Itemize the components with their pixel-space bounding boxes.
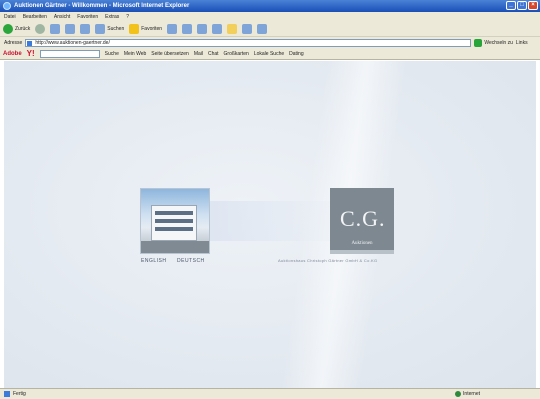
- title-bar: Auktionen Gärtner - Willkommen - Microso…: [0, 0, 540, 12]
- menu-bar: Datei Bearbeiten Ansicht Favoriten Extra…: [0, 12, 540, 21]
- link-deutsch[interactable]: DEUTSCH: [177, 258, 205, 264]
- menu-file[interactable]: Datei: [4, 14, 16, 20]
- star-icon: [129, 23, 140, 34]
- building-window-row: [155, 219, 193, 223]
- link-mail[interactable]: Mail: [194, 51, 203, 57]
- folder-icon[interactable]: [227, 23, 238, 34]
- standard-toolbar: Zurück Suchen Favoriten: [0, 21, 540, 37]
- maximize-button[interactable]: □: [517, 1, 527, 10]
- menu-help[interactable]: ?: [126, 14, 129, 20]
- go-arrow-icon: [474, 38, 483, 47]
- link-chat[interactable]: Chat: [208, 51, 219, 57]
- building-photo[interactable]: [140, 188, 210, 254]
- link-local-search[interactable]: Lokale Suche: [254, 51, 284, 57]
- globe-icon: [455, 391, 462, 397]
- ground-shape: [141, 241, 209, 253]
- cg-logo[interactable]: C.G. Auktionen: [330, 188, 394, 250]
- window-controls: _ □ ×: [506, 1, 538, 10]
- links-label[interactable]: Links: [516, 40, 528, 46]
- address-bar: Adresse http://www.auktionen-gaertner.de…: [0, 37, 540, 48]
- messenger-icon[interactable]: [242, 23, 253, 34]
- address-url: http://www.auktionen-gaertner.de/: [35, 39, 110, 46]
- tools-icon[interactable]: [257, 23, 268, 34]
- search-icon: [95, 23, 106, 34]
- favorites-button[interactable]: Favoriten: [129, 23, 163, 34]
- edit-icon[interactable]: [212, 23, 223, 34]
- mail-icon[interactable]: [182, 23, 193, 34]
- close-button[interactable]: ×: [528, 1, 538, 10]
- building-window-row: [155, 227, 193, 231]
- go-button[interactable]: Wechseln zu: [474, 38, 513, 47]
- toolbar-search-button[interactable]: Suche: [105, 51, 119, 57]
- search-label: Suchen: [107, 25, 125, 32]
- menu-edit[interactable]: Bearbeiten: [23, 14, 47, 20]
- go-label: Wechseln zu: [484, 39, 513, 46]
- search-button[interactable]: Suchen: [95, 23, 125, 34]
- link-english[interactable]: ENGLISH: [141, 258, 166, 264]
- address-input[interactable]: http://www.auktionen-gaertner.de/: [25, 38, 472, 47]
- background-band: [204, 201, 334, 241]
- window-title: Auktionen Gärtner - Willkommen - Microso…: [14, 3, 190, 9]
- page-done-icon: [4, 391, 10, 397]
- toolbar-search-input[interactable]: [39, 49, 100, 58]
- history-icon[interactable]: [167, 23, 178, 34]
- security-zone: Internet: [455, 391, 480, 397]
- back-label: Zurück: [15, 25, 31, 32]
- stop-icon[interactable]: [50, 23, 61, 34]
- link-my-web[interactable]: Mein Web: [124, 51, 146, 57]
- page-icon: [27, 40, 33, 46]
- links-toolbar: Adobe Y! Suche Mein Web Seite übersetzen…: [0, 48, 540, 60]
- menu-tools[interactable]: Extras: [105, 14, 119, 20]
- home-icon[interactable]: [80, 23, 91, 34]
- menu-view[interactable]: Ansicht: [54, 14, 70, 20]
- back-arrow-icon: [3, 23, 13, 34]
- status-bar: Fertig Internet: [0, 388, 540, 399]
- zone-label: Internet: [463, 391, 480, 397]
- link-maps[interactable]: Großkarten: [224, 51, 249, 57]
- page-content: ENGLISH DEUTSCH C.G. Auktionen Auktionsh…: [4, 61, 536, 388]
- link-translate[interactable]: Seite übersetzen: [151, 51, 189, 57]
- ie-icon: [3, 2, 11, 10]
- forward-button[interactable]: [35, 23, 46, 34]
- logo-subtitle: Auktionen: [351, 241, 373, 246]
- logo-initials: C.G.: [340, 206, 386, 231]
- refresh-icon[interactable]: [65, 23, 76, 34]
- yahoo-logo[interactable]: Y!: [27, 49, 35, 58]
- link-dating[interactable]: Dating: [289, 51, 303, 57]
- address-label: Adresse: [4, 39, 23, 46]
- adobe-logo[interactable]: Adobe: [3, 51, 22, 57]
- menu-favorites[interactable]: Favoriten: [77, 14, 98, 20]
- logo-underline: [330, 250, 394, 254]
- minimize-button[interactable]: _: [506, 1, 516, 10]
- favorites-label: Favoriten: [141, 25, 163, 32]
- status-text: Fertig: [13, 391, 26, 397]
- back-button[interactable]: Zurück: [3, 23, 31, 34]
- print-icon[interactable]: [197, 23, 208, 34]
- building-window-row: [155, 211, 193, 215]
- company-name: Auktionshaus Christoph Gärtner GmbH & Co…: [278, 258, 378, 263]
